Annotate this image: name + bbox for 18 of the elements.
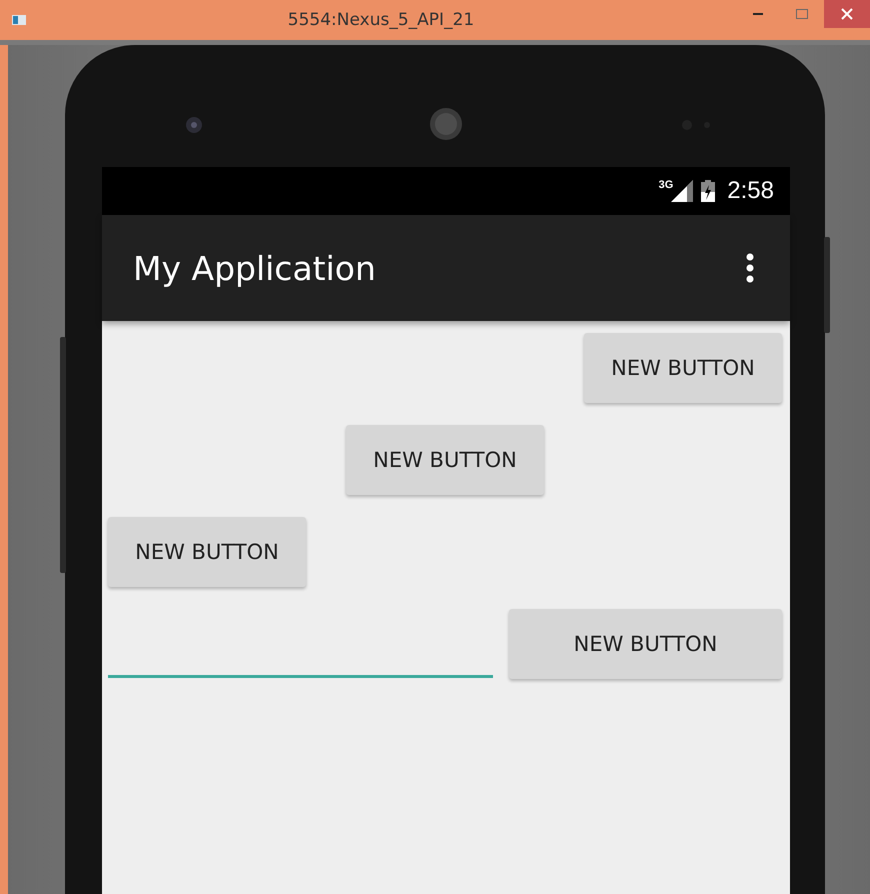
network-type: 3G xyxy=(658,179,674,191)
close-icon xyxy=(841,8,853,20)
new-button[interactable]: NEW BUTTON xyxy=(346,425,544,495)
speaker-icon xyxy=(430,108,462,140)
clock: 2:58 xyxy=(727,177,774,205)
app-title: My Application xyxy=(133,248,377,288)
window-title: 5554:Nexus_5_API_21 xyxy=(286,10,476,30)
camera-icon xyxy=(186,117,202,133)
maximize-icon xyxy=(796,9,808,19)
signal-icon xyxy=(671,180,694,202)
more-options-icon[interactable] xyxy=(746,253,754,283)
new-button[interactable]: NEW BUTTON xyxy=(509,609,782,679)
battery-icon xyxy=(701,180,716,202)
new-button[interactable]: NEW BUTTON xyxy=(584,333,782,403)
window-icon xyxy=(12,15,26,25)
minimize-icon xyxy=(753,12,763,16)
close-button[interactable] xyxy=(824,0,870,28)
new-button[interactable]: NEW BUTTON xyxy=(108,517,306,587)
